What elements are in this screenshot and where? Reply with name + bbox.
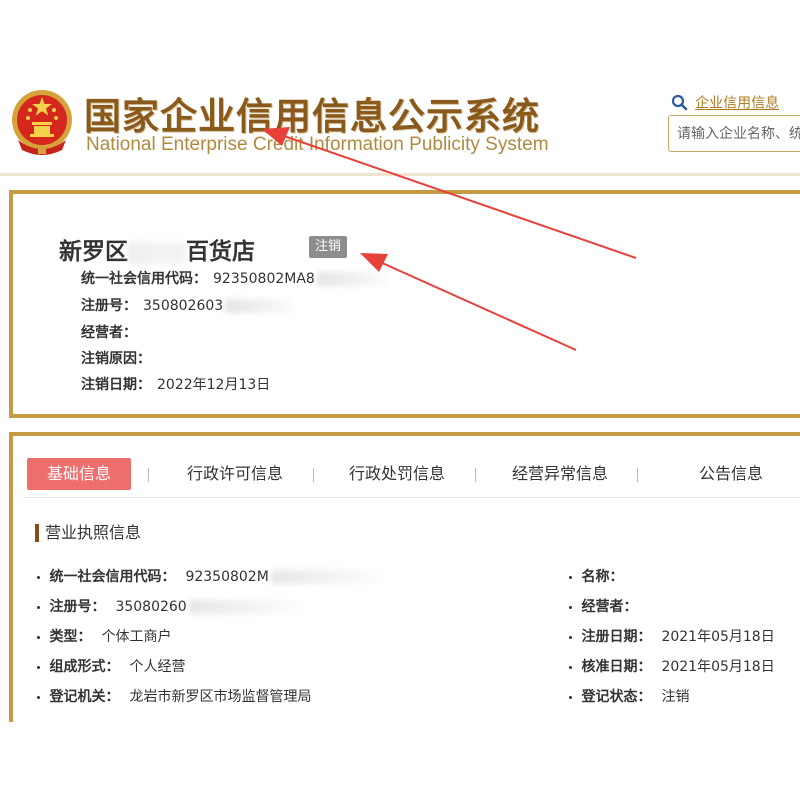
- enterprise-credit-link[interactable]: 企业信用信息: [695, 96, 779, 112]
- license-row-reg-no: 注册号： 35080260: [37, 596, 299, 616]
- site-title-cn: 国家企业信用信息公示系统: [84, 95, 540, 138]
- tab-divider: [637, 468, 638, 482]
- redacted-blur: [225, 299, 296, 313]
- license-row-reg-status: 登记状态： 注销: [569, 686, 689, 706]
- status-badge: 注销: [309, 236, 348, 258]
- company-name-suffix: 百货店: [186, 239, 255, 265]
- search-icon: [671, 94, 688, 110]
- redacted-blur: [316, 272, 387, 286]
- license-row-approval-date: 核准日期： 2021年05月18日: [569, 656, 774, 676]
- summary-row-cancel-reason: 注销原因：: [81, 351, 151, 367]
- tab-basic-info[interactable]: 基础信息: [27, 458, 131, 490]
- license-row-name: 名称：: [569, 566, 633, 586]
- company-name-prefix: 新罗区: [59, 239, 128, 265]
- redacted-blur: [270, 570, 381, 584]
- summary-row-operator: 经营者：: [81, 325, 137, 341]
- detail-card: 基础信息 行政许可信息 行政处罚信息 经营异常信息 公告信息 营业执照信息 统一…: [9, 432, 800, 722]
- license-row-credit-code: 统一社会信用代码： 92350802M: [37, 566, 381, 586]
- tab-admin-penalty[interactable]: 行政处罚信息: [335, 458, 459, 490]
- national-emblem-icon: [12, 90, 72, 155]
- company-name: 新罗区 百货店: [59, 232, 255, 266]
- header-divider: [0, 173, 800, 176]
- tab-divider: [148, 468, 149, 482]
- search-link-group: 企业信用信息: [670, 92, 779, 113]
- search-input[interactable]: [668, 115, 800, 152]
- tab-admin-license[interactable]: 行政许可信息: [173, 458, 297, 490]
- summary-row-cancel-date: 注销日期： 2022年12月13日: [81, 377, 271, 393]
- redacted-blur: [128, 241, 186, 264]
- tab-announcement[interactable]: 公告信息: [691, 458, 771, 490]
- company-summary-card: 新罗区 百货店 注销 统一社会信用代码： 92350802MA8 注册号： 35080…: [9, 190, 800, 418]
- tab-divider: [475, 468, 476, 482]
- tab-abnormal-operation[interactable]: 经营异常信息: [498, 458, 622, 490]
- redacted-blur: [188, 600, 299, 614]
- site-header: 国家企业信用信息公示系统 National Enterprise Credit …: [0, 0, 800, 176]
- tab-divider: [313, 468, 314, 482]
- license-row-form: 组成形式： 个人经营: [37, 656, 185, 676]
- license-row-authority: 登记机关： 龙岩市新罗区市场监督管理局: [37, 686, 311, 706]
- section-title-license: 营业执照信息: [35, 524, 141, 542]
- summary-row-credit-code: 统一社会信用代码： 92350802MA8: [81, 268, 387, 288]
- site-title-en: National Enterprise Credit Information P…: [86, 134, 549, 155]
- summary-row-reg-no: 注册号： 350802603: [81, 295, 296, 315]
- license-row-reg-date: 注册日期： 2021年05月18日: [569, 626, 774, 646]
- license-row-operator: 经营者：: [569, 596, 647, 616]
- info-tabs: 基础信息 行政许可信息 行政处罚信息 经营异常信息 公告信息: [23, 450, 800, 498]
- license-row-type: 类型： 个体工商户: [37, 626, 171, 646]
